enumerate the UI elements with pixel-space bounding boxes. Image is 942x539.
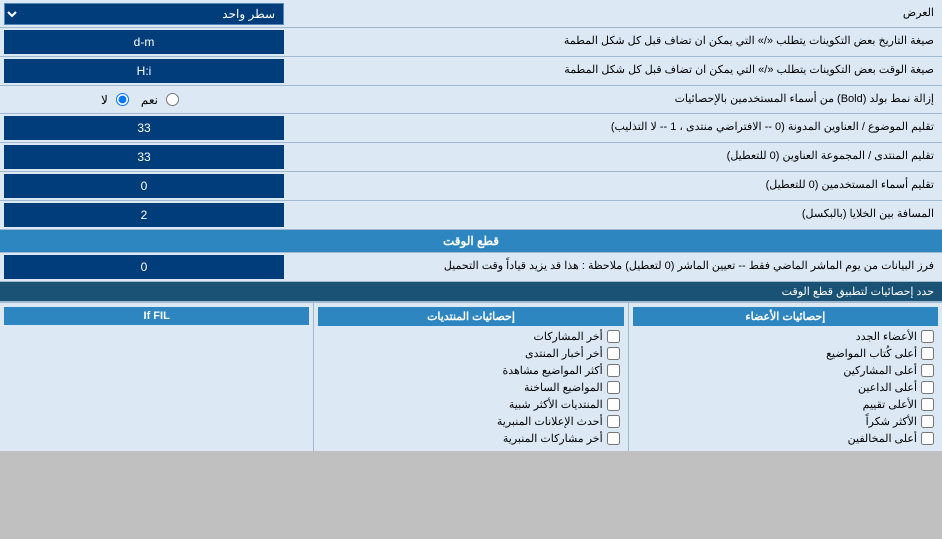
username-trim-input-container [4, 174, 284, 198]
fil-col: If FIL [0, 303, 314, 451]
time-cut-input-container [4, 255, 284, 279]
title-trim-row: تقليم الموضوع / العناوين المدونة (0 -- ا… [0, 114, 942, 143]
main-container: العرض سطر واحد صيغة التاريخ بعض التكوينا… [0, 0, 942, 451]
member-stats-item-1: أعلى كُتاب المواضيع [633, 345, 938, 362]
bold-remove-row: إزالة نمط بولد (Bold) من أسماء المستخدمي… [0, 86, 942, 114]
member-stats-check-6[interactable] [921, 432, 934, 445]
display-select[interactable]: سطر واحد [4, 3, 284, 25]
member-stats-check-4[interactable] [921, 398, 934, 411]
member-stats-check-0[interactable] [921, 330, 934, 343]
member-stats-col: إحصائيات الأعضاء الأعضاء الجدد أعلى كُتا… [629, 303, 942, 451]
date-format-label: صيغة التاريخ بعض التكوينات يتطلب «/» الت… [288, 30, 942, 53]
forum-trim-input[interactable] [8, 150, 280, 164]
filter-note: حدد إحصائيات لتطبيق قطع الوقت [0, 282, 942, 302]
bold-yes-radio[interactable] [166, 93, 179, 106]
username-trim-row: تقليم أسماء المستخدمين (0 للتعطيل) [0, 172, 942, 201]
member-stats-item-6: أعلى المخالفين [633, 430, 938, 447]
title-trim-label: تقليم الموضوع / العناوين المدونة (0 -- ا… [288, 116, 942, 139]
forum-stats-item-5: أحدث الإعلانات المنبرية [318, 413, 623, 430]
forum-stats-check-6[interactable] [607, 432, 620, 445]
time-cut-input[interactable] [8, 260, 280, 274]
cell-spacing-input[interactable] [8, 208, 280, 222]
forum-stats-col: إحصائيات المنتديات أخر المشاركات أخر أخب… [314, 303, 628, 451]
member-stats-check-1[interactable] [921, 347, 934, 360]
time-format-label: صيغة الوقت بعض التكوينات يتطلب «/» التي … [288, 59, 942, 82]
member-stats-item-3: أعلى الداعين [633, 379, 938, 396]
forum-trim-input-container [4, 145, 284, 169]
member-stats-item-0: الأعضاء الجدد [633, 328, 938, 345]
forum-stats-header: إحصائيات المنتديات [318, 307, 623, 326]
title-trim-input[interactable] [8, 121, 280, 135]
forum-stats-item-0: أخر المشاركات [318, 328, 623, 345]
date-format-input-container [4, 30, 284, 54]
bold-radio-container: نعم لا [0, 89, 280, 111]
time-cut-label: فرز البيانات من يوم الماشر الماضي فقط --… [288, 255, 942, 278]
forum-stats-item-1: أخر أخبار المنتدى [318, 345, 623, 362]
member-stats-check-3[interactable] [921, 381, 934, 394]
display-select-container: سطر واحد [4, 3, 284, 25]
member-stats-item-2: أعلى المشاركين [633, 362, 938, 379]
header-row: العرض سطر واحد [0, 0, 942, 28]
bold-no-radio[interactable] [116, 93, 129, 106]
time-cut-header: قطع الوقت [0, 230, 942, 253]
forum-stats-item-4: المنتديات الأكثر شبية [318, 396, 623, 413]
forum-stats-check-0[interactable] [607, 330, 620, 343]
cell-spacing-input-container [4, 203, 284, 227]
forum-stats-item-3: المواضيع الساخنة [318, 379, 623, 396]
forum-stats-check-5[interactable] [607, 415, 620, 428]
time-cut-row: فرز البيانات من يوم الماشر الماضي فقط --… [0, 253, 942, 282]
member-stats-check-5[interactable] [921, 415, 934, 428]
time-format-input[interactable] [8, 64, 280, 78]
forum-stats-item-2: أكثر المواضيع مشاهدة [318, 362, 623, 379]
bold-yes-label: نعم [141, 93, 179, 107]
forum-stats-check-4[interactable] [607, 398, 620, 411]
cell-spacing-label: المسافة بين الخلايا (بالبكسل) [288, 203, 942, 226]
cell-spacing-row: المسافة بين الخلايا (بالبكسل) [0, 201, 942, 230]
forum-stats-check-3[interactable] [607, 381, 620, 394]
title-trim-input-container [4, 116, 284, 140]
forum-trim-label: تقليم المنتدى / المجموعة العناوين (0 للت… [288, 145, 942, 168]
member-stats-check-2[interactable] [921, 364, 934, 377]
forum-stats-item-6: أخر مشاركات المنبرية [318, 430, 623, 447]
username-trim-label: تقليم أسماء المستخدمين (0 للتعطيل) [288, 174, 942, 197]
username-trim-input[interactable] [8, 179, 280, 193]
date-format-input[interactable] [8, 35, 280, 49]
time-format-input-container [4, 59, 284, 83]
date-format-row: صيغة التاريخ بعض التكوينات يتطلب «/» الت… [0, 28, 942, 57]
forum-stats-check-1[interactable] [607, 347, 620, 360]
time-format-row: صيغة الوقت بعض التكوينات يتطلب «/» التي … [0, 57, 942, 86]
forum-trim-row: تقليم المنتدى / المجموعة العناوين (0 للت… [0, 143, 942, 172]
member-stats-item-5: الأكثر شكراً [633, 413, 938, 430]
forum-stats-check-2[interactable] [607, 364, 620, 377]
member-stats-header: إحصائيات الأعضاء [633, 307, 938, 326]
member-stats-item-4: الأعلى تقييم [633, 396, 938, 413]
bold-remove-label: إزالة نمط بولد (Bold) من أسماء المستخدمي… [280, 88, 942, 111]
page-title: العرض [288, 2, 942, 25]
bold-no-label: لا [101, 93, 129, 107]
fil-header: If FIL [4, 307, 309, 325]
bottom-section: إحصائيات الأعضاء الأعضاء الجدد أعلى كُتا… [0, 302, 942, 451]
